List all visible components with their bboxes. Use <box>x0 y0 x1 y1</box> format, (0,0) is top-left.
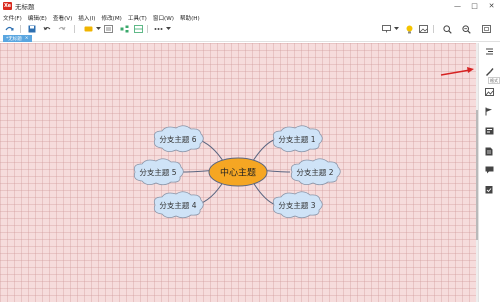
window-title: 无标题 <box>15 3 35 11</box>
image-panel-icon[interactable] <box>482 86 496 98</box>
search-icon[interactable] <box>442 24 452 34</box>
central-label: 中心主题 <box>220 167 256 179</box>
window-controls: — □ ✕ <box>449 0 500 12</box>
more-dropdown-icon[interactable] <box>163 24 173 34</box>
more-icon[interactable] <box>153 24 163 34</box>
flag-icon[interactable] <box>482 105 496 117</box>
task-icon[interactable] <box>482 183 496 195</box>
format-brush-icon[interactable] <box>482 65 496 77</box>
gallery-icon[interactable] <box>482 125 496 137</box>
central-topic[interactable]: 中心主题 <box>208 157 268 187</box>
tab-bar <box>0 35 500 42</box>
title-bar: Xe 无标题 — □ ✕ <box>0 0 500 12</box>
menu-bar: 文件(F) 编辑(E) 查看(V) 插入(I) 修改(M) 工具(T) 窗口(W… <box>0 12 500 23</box>
menu-view[interactable]: 查看(V) <box>53 14 72 22</box>
minimize-button[interactable]: — <box>449 0 466 12</box>
redo-icon[interactable] <box>57 24 67 34</box>
menu-edit[interactable]: 编辑(E) <box>28 14 47 22</box>
present-dropdown-icon[interactable] <box>391 24 401 34</box>
map-icon[interactable] <box>119 24 129 34</box>
comment-icon[interactable] <box>482 164 496 176</box>
mindmap-canvas[interactable]: 分支主题 6 分支主题 5 分支主题 4 分支主题 1 分支主题 2 分支主题 … <box>0 43 476 302</box>
app-logo: Xe <box>3 2 12 10</box>
layout-icon[interactable] <box>133 24 143 34</box>
menu-tools[interactable]: 工具(T) <box>128 14 147 22</box>
tab-close-icon[interactable]: × <box>25 36 29 41</box>
format-tooltip: 格式 <box>488 77 500 84</box>
menu-window[interactable]: 窗口(W) <box>153 14 174 22</box>
undo-icon[interactable] <box>42 24 52 34</box>
dropdown-icon[interactable] <box>93 24 103 34</box>
menu-help[interactable]: 帮助(H) <box>180 14 200 22</box>
toolbar-separator <box>74 25 75 33</box>
note-icon[interactable] <box>482 145 496 157</box>
branch-topic-5[interactable]: 分支主题 5 <box>133 158 184 186</box>
branch-topic-2[interactable]: 分支主题 2 <box>290 158 341 186</box>
save-icon[interactable] <box>27 24 37 34</box>
mindmap: 分支主题 6 分支主题 5 分支主题 4 分支主题 1 分支主题 2 分支主题 … <box>133 67 474 219</box>
fit-icon[interactable] <box>481 24 491 34</box>
image-icon[interactable] <box>418 24 428 34</box>
branch-label: 分支主题 2 <box>296 167 333 177</box>
branch-topic-1[interactable]: 分支主题 1 <box>272 125 323 153</box>
present-icon[interactable] <box>381 24 391 34</box>
branch-label: 分支主题 4 <box>159 200 196 210</box>
toolbar-separator <box>20 25 21 33</box>
zoom-in-icon[interactable] <box>461 24 471 34</box>
branch-topic-3[interactable]: 分支主题 3 <box>272 191 323 219</box>
maximize-button[interactable]: □ <box>466 0 483 12</box>
menu-file[interactable]: 文件(F) <box>3 14 22 22</box>
style-icon[interactable] <box>103 24 113 34</box>
branch-label: 分支主题 1 <box>278 134 315 144</box>
tab-label: *无标题 <box>6 36 22 42</box>
outline-icon[interactable] <box>482 45 496 57</box>
new-icon[interactable] <box>4 24 14 34</box>
branch-label: 分支主题 5 <box>139 167 176 177</box>
tab-document[interactable]: *无标题 × <box>3 35 32 42</box>
branch-topic-4[interactable]: 分支主题 4 <box>153 191 204 219</box>
close-button[interactable]: ✕ <box>483 0 500 12</box>
idea-icon[interactable] <box>404 24 414 34</box>
annotation-arrow <box>440 67 474 76</box>
branch-label: 分支主题 3 <box>278 200 315 210</box>
theme-icon[interactable] <box>83 24 93 34</box>
menu-insert[interactable]: 插入(I) <box>78 14 95 22</box>
toolbar-separator <box>433 25 434 33</box>
toolbar-separator <box>147 25 148 33</box>
branch-label: 分支主题 6 <box>159 134 196 144</box>
branch-topic-6[interactable]: 分支主题 6 <box>153 125 204 153</box>
menu-modify[interactable]: 修改(M) <box>101 14 121 22</box>
